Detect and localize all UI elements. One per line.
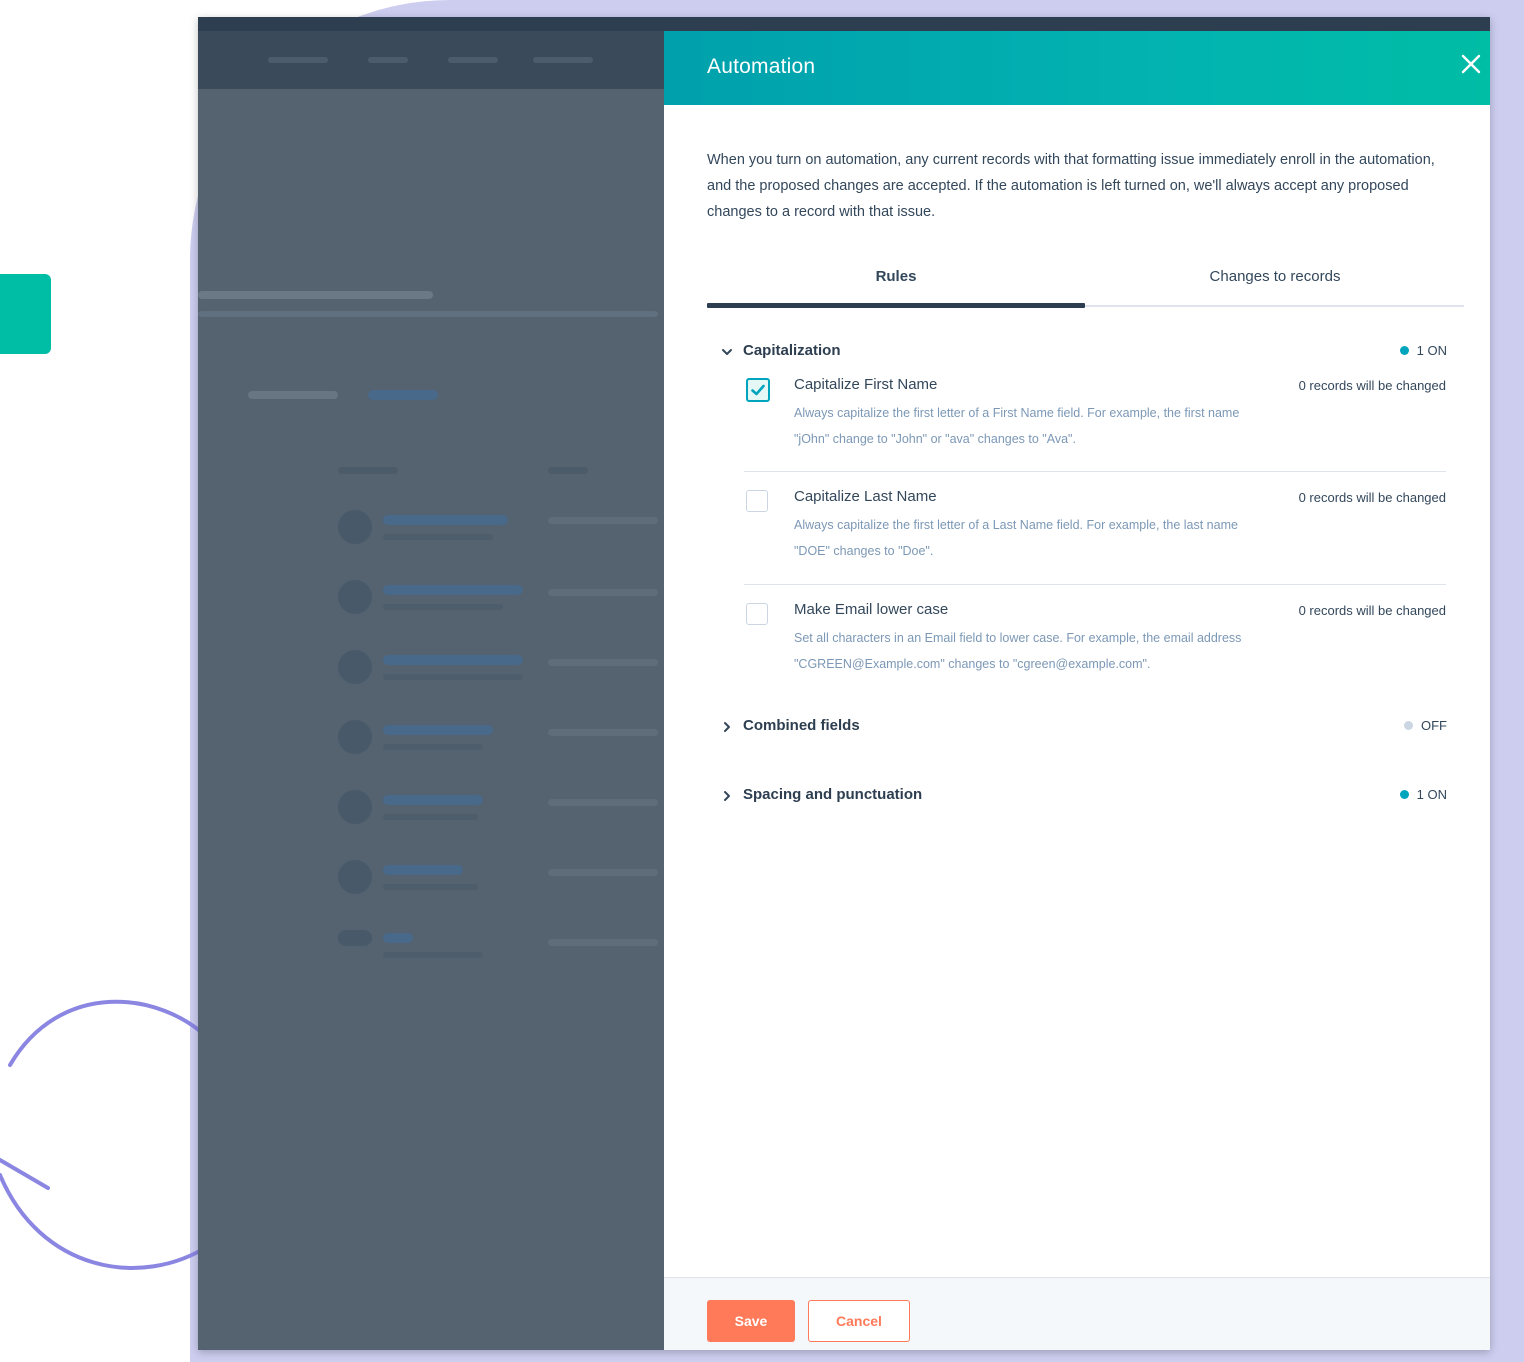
status-dot-on: [1399, 790, 1409, 800]
rule-name: Make Email lower case: [794, 601, 949, 618]
app-nav-bar-blurred: [198, 31, 664, 89]
chevron-right-icon: [724, 791, 730, 801]
rule-description: Always capitalize the first letter of a …: [794, 518, 1238, 558]
app-window: Automation When you turn on automation, …: [198, 17, 1490, 1350]
rule-checkbox-email-lower-case[interactable]: [746, 603, 768, 625]
rule-checkbox-last-name[interactable]: [746, 490, 768, 512]
divider: [744, 584, 1446, 585]
close-icon[interactable]: [1458, 51, 1484, 77]
rule-description: Always capitalize the first letter of a …: [794, 406, 1240, 446]
status-badge: 1 ON: [1399, 787, 1447, 802]
status-badge: 1 ON: [1399, 343, 1447, 358]
rule-record-count: 0 records will be changed: [1298, 490, 1446, 505]
app-top-bar: [198, 17, 1490, 31]
divider: [744, 471, 1446, 472]
section-combined-fields[interactable]: Combined fields OFF: [720, 712, 1447, 742]
rule-checkbox-first-name[interactable]: [746, 378, 770, 402]
chevron-right-icon: [724, 722, 730, 732]
status-text: OFF: [1421, 718, 1447, 733]
section-title: Capitalization: [743, 342, 841, 359]
section-title: Combined fields: [743, 717, 860, 734]
tab-bar: Rules Changes to records: [707, 249, 1464, 308]
rule-record-count: 0 records will be changed: [1298, 603, 1446, 618]
rule-capitalize-last-name: Capitalize Last Name Always capitalize t…: [744, 488, 1446, 568]
section-capitalization[interactable]: Capitalization 1 ON: [720, 337, 1447, 367]
cancel-button[interactable]: Cancel: [808, 1300, 910, 1342]
tab-changes-to-records[interactable]: Changes to records: [1086, 249, 1464, 305]
status-dot-on: [1399, 346, 1409, 356]
status-text: 1 ON: [1416, 787, 1447, 802]
rule-capitalize-first-name: Capitalize First Name Always capitalize …: [744, 376, 1446, 456]
panel-title: Automation: [707, 55, 816, 78]
rule-make-email-lower-case: Make Email lower case Set all characters…: [744, 601, 1446, 681]
automation-panel: Automation When you turn on automation, …: [664, 31, 1490, 1350]
rule-name: Capitalize Last Name: [794, 488, 937, 505]
decorative-teal-tab: [0, 274, 51, 354]
chevron-down-icon: [722, 349, 732, 355]
intro-text: When you turn on automation, any current…: [707, 152, 1435, 220]
tab-rules[interactable]: Rules: [707, 249, 1085, 308]
status-badge: OFF: [1404, 718, 1447, 733]
save-button[interactable]: Save: [707, 1300, 795, 1342]
decorative-swirl: [0, 999, 212, 1270]
rule-record-count: 0 records will be changed: [1298, 378, 1446, 393]
check-icon: [751, 384, 765, 396]
rule-name: Capitalize First Name: [794, 376, 938, 393]
panel-header: Automation: [664, 31, 1490, 105]
rule-description: Set all characters in an Email field to …: [794, 631, 1242, 671]
section-spacing-and-punctuation[interactable]: Spacing and punctuation 1 ON: [720, 781, 1447, 811]
panel-footer: Save Cancel: [664, 1277, 1490, 1350]
status-dot-off: [1404, 721, 1413, 731]
status-text: 1 ON: [1416, 343, 1447, 358]
section-title: Spacing and punctuation: [743, 786, 923, 803]
